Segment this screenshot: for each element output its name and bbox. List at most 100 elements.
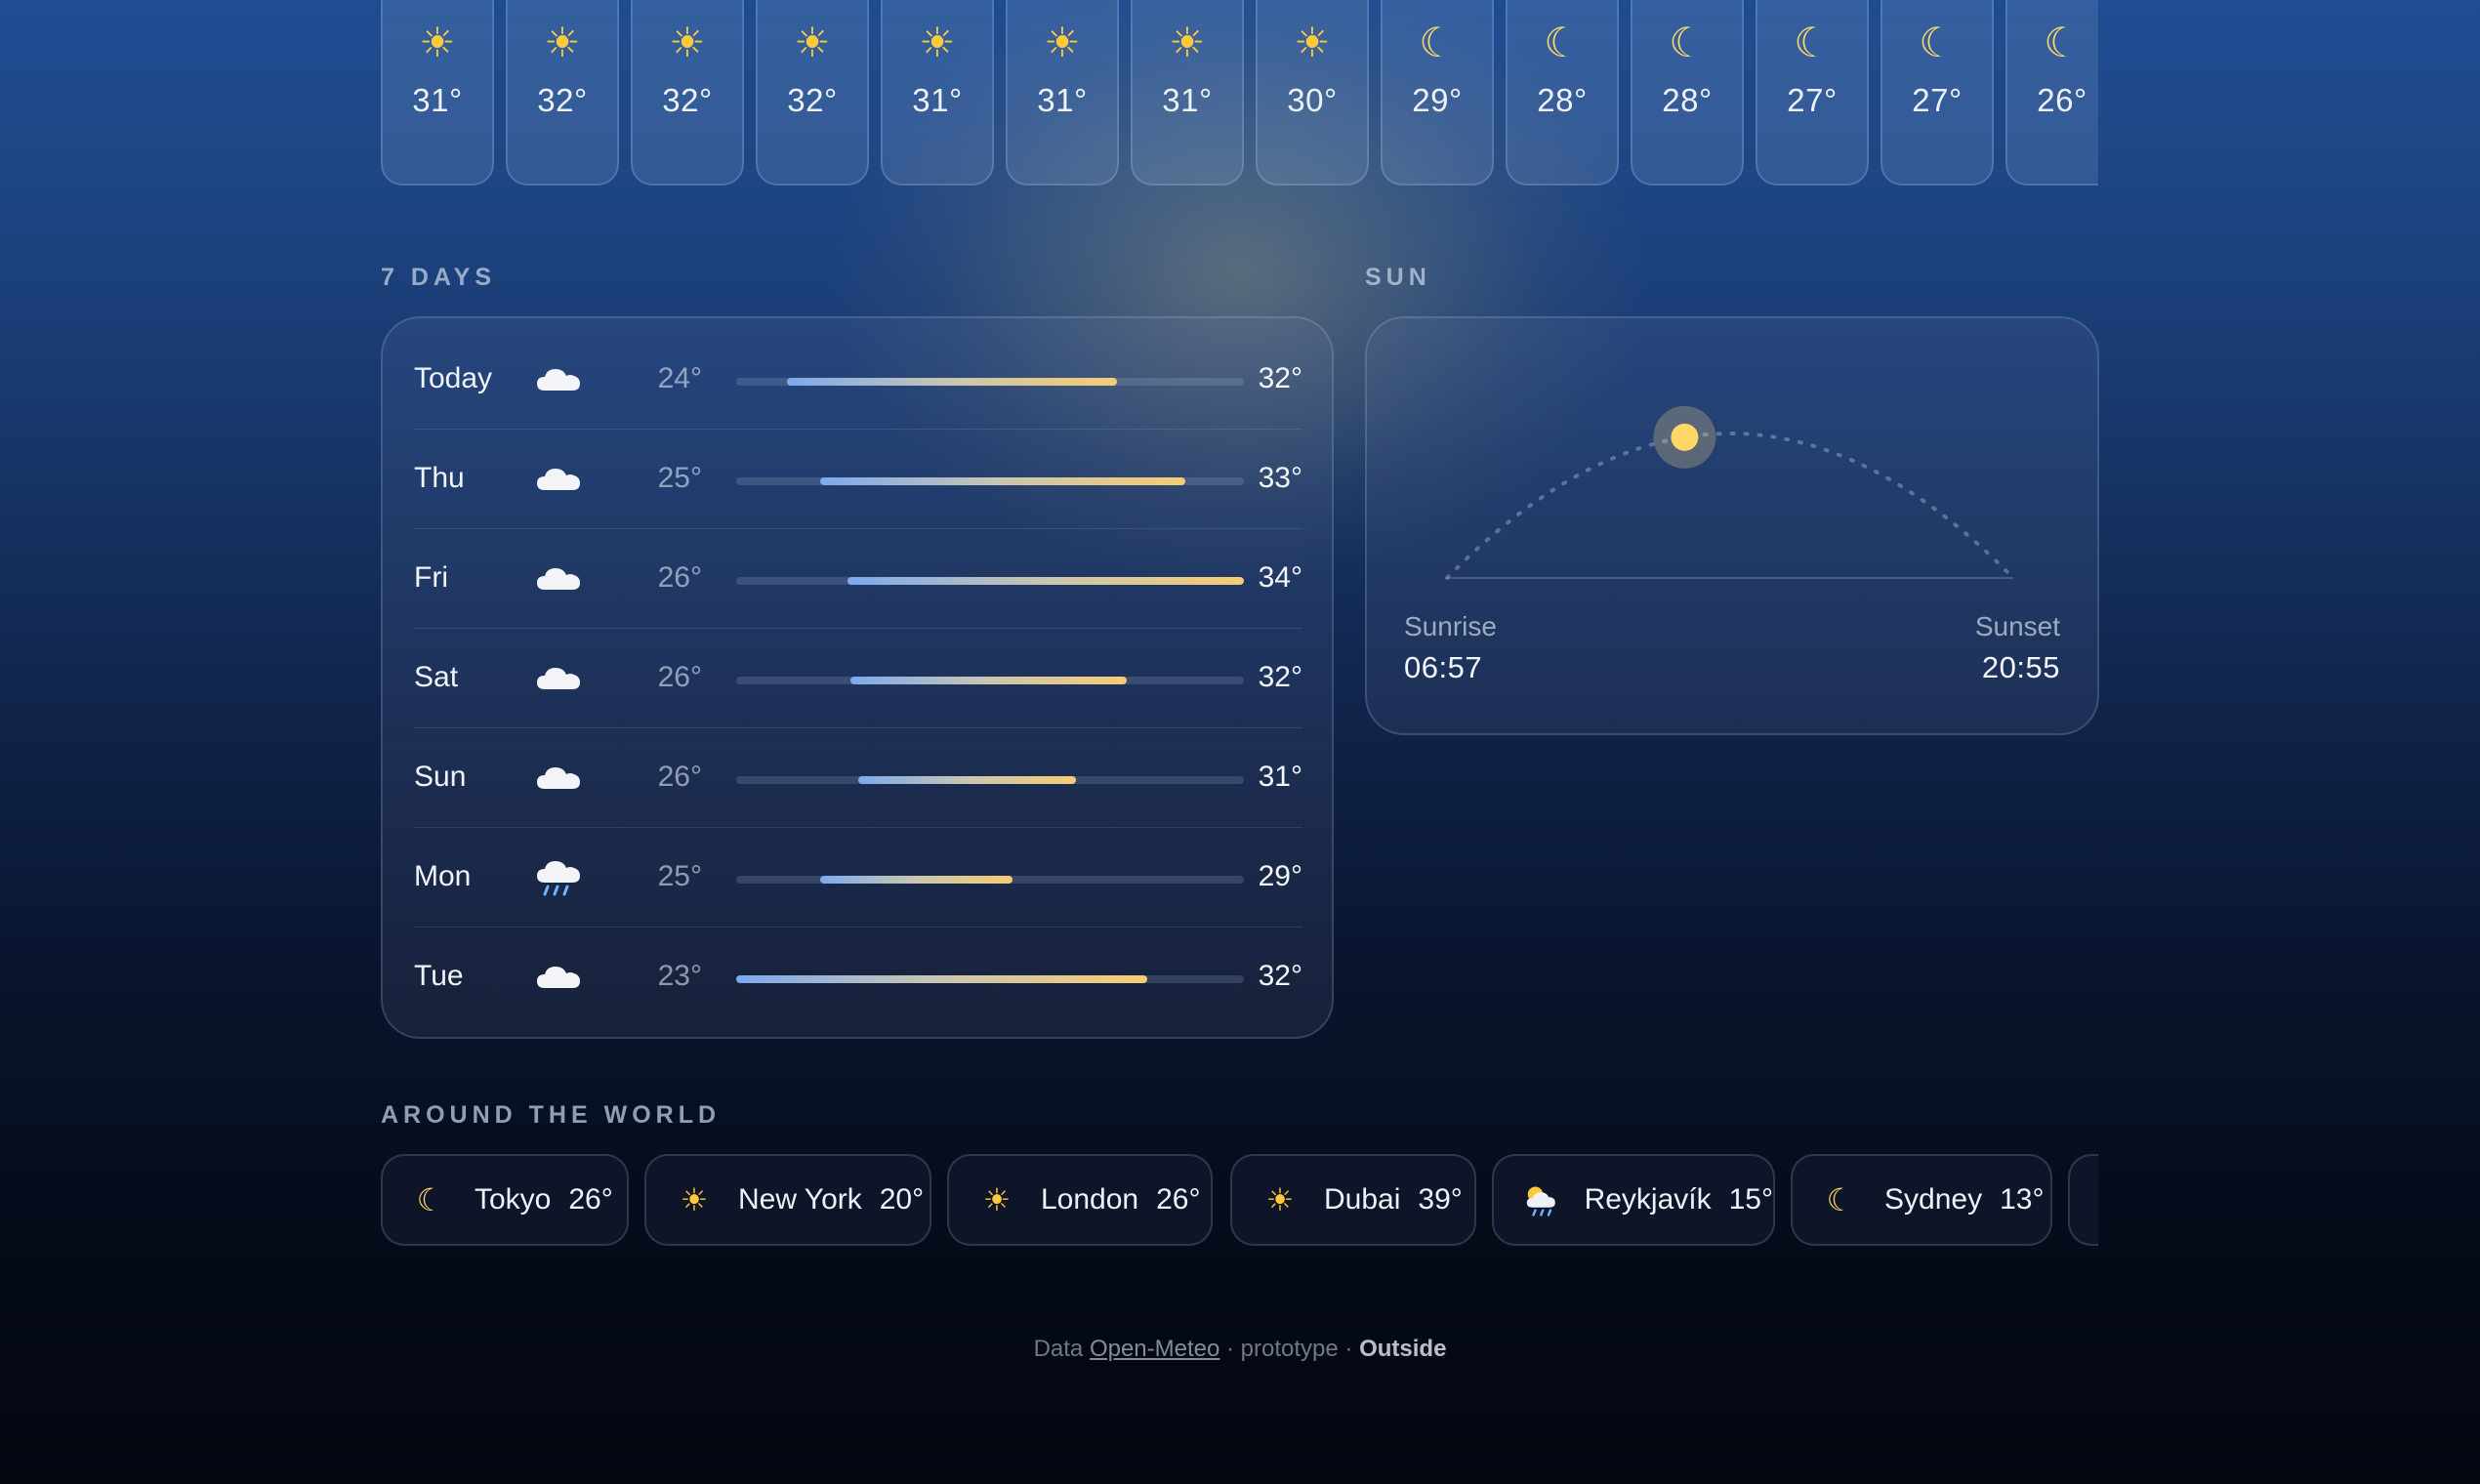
hour-temp: 31° bbox=[1037, 82, 1088, 118]
sun-icon: ☀ bbox=[919, 20, 956, 65]
sunrise-time: 06:57 bbox=[1404, 650, 1483, 684]
cloud-icon bbox=[537, 767, 580, 789]
temp-range-track bbox=[736, 975, 1244, 983]
brand-name: Outside bbox=[1359, 1336, 1447, 1362]
city-chip-partial[interactable]: ☾ bbox=[2068, 1154, 2098, 1246]
city-temp: 15° bbox=[1728, 1183, 1773, 1216]
sun-icon: ☀ bbox=[982, 1182, 1012, 1217]
moon-icon: ☾ bbox=[2044, 20, 2081, 65]
city-temp: 13° bbox=[2000, 1183, 2045, 1216]
day-row[interactable]: Mon 25° 29° bbox=[414, 828, 1302, 928]
hour-card[interactable]: ☀ 31° bbox=[1131, 0, 1244, 186]
hour-card[interactable]: ☾ 27° bbox=[1881, 0, 1994, 186]
hour-card[interactable]: ☾ 27° bbox=[1756, 0, 1869, 186]
city-name: New York bbox=[738, 1183, 862, 1216]
sun-icon: ☀ bbox=[1294, 20, 1331, 65]
city-temp: 39° bbox=[1418, 1183, 1463, 1216]
day-row[interactable]: Tue 23° 32° bbox=[414, 928, 1302, 1027]
city-name: London bbox=[1041, 1183, 1139, 1216]
day-name: Thu bbox=[414, 462, 465, 494]
temp-range-track bbox=[736, 677, 1244, 684]
hour-temp: 32° bbox=[787, 82, 838, 118]
hour-card[interactable]: ☀ 31° bbox=[1006, 0, 1119, 186]
hour-card[interactable]: ☀ 31° bbox=[881, 0, 994, 186]
city-chip[interactable]: Reykjavík 15° bbox=[1492, 1154, 1775, 1246]
hour-card[interactable]: ☾ 28° bbox=[1631, 0, 1744, 186]
moon-icon: ☾ bbox=[1419, 20, 1456, 65]
city-chip[interactable]: ☀ London 26° bbox=[947, 1154, 1213, 1246]
hour-card[interactable]: ☀ 30° bbox=[1256, 0, 1369, 186]
city-chip[interactable]: ☾ Tokyo 26° bbox=[381, 1154, 629, 1246]
hourly-forecast-strip[interactable]: ☀ 31° ☀ 32° ☀ 32° ☀ 32° ☀ 31° ☀ 31° ☀ 31… bbox=[381, 0, 2098, 186]
hour-temp: 31° bbox=[1162, 82, 1213, 118]
world-cities-strip[interactable]: ☾ Tokyo 26° ☀ New York 20° ☀ London 26° … bbox=[381, 1152, 2098, 1250]
temp-range-bar bbox=[819, 876, 1013, 884]
day-name: Fri bbox=[414, 561, 448, 594]
temp-range-track bbox=[736, 776, 1244, 784]
day-min-temp: 25° bbox=[657, 462, 702, 494]
hour-temp: 30° bbox=[1287, 82, 1338, 118]
day-row[interactable]: Fri 26° 34° bbox=[414, 529, 1302, 629]
sunset-label: Sunset bbox=[1974, 611, 2060, 641]
cloud-icon bbox=[537, 668, 580, 689]
city-chip[interactable]: ☀ New York 20° bbox=[644, 1154, 931, 1246]
sun-arc-chart bbox=[1445, 405, 2015, 580]
sun-icon: ☀ bbox=[419, 20, 456, 65]
moon-icon: ☾ bbox=[1794, 20, 1831, 65]
hour-card[interactable]: ☾ 26° bbox=[2005, 0, 2098, 186]
moon-icon: ☾ bbox=[1544, 20, 1581, 65]
day-max-temp: 32° bbox=[1258, 661, 1302, 693]
cloud-icon bbox=[537, 967, 580, 988]
temp-range-bar bbox=[736, 975, 1148, 983]
day-row[interactable]: Sun 26° 31° bbox=[414, 728, 1302, 828]
cloud-icon bbox=[537, 568, 580, 590]
open-meteo-link[interactable]: Open-Meteo bbox=[1090, 1336, 1219, 1362]
city-name: Dubai bbox=[1324, 1183, 1401, 1216]
hour-card[interactable]: ☀ 32° bbox=[631, 0, 744, 186]
city-chip[interactable]: ☀ Dubai 39° bbox=[1230, 1154, 1476, 1246]
footer: Data Open-Meteo · prototype · Outside bbox=[0, 1336, 2480, 1363]
day-min-temp: 25° bbox=[657, 860, 702, 892]
hour-card[interactable]: ☀ 31° bbox=[381, 0, 494, 186]
day-name: Today bbox=[414, 362, 493, 394]
hour-card[interactable]: ☀ 32° bbox=[756, 0, 869, 186]
day-row[interactable]: Today 24° 32° bbox=[414, 330, 1302, 430]
hour-card[interactable]: ☾ 29° bbox=[1381, 0, 1494, 186]
footer-data-label: Data bbox=[1033, 1336, 1084, 1362]
moon-icon: ☾ bbox=[416, 1182, 445, 1217]
day-min-temp: 24° bbox=[657, 362, 702, 394]
city-name: Tokyo bbox=[475, 1183, 552, 1216]
day-max-temp: 33° bbox=[1258, 462, 1302, 494]
moon-icon: ☾ bbox=[1669, 20, 1706, 65]
cloud-icon bbox=[537, 369, 580, 391]
city-chip[interactable]: ☾ Sydney 13° bbox=[1791, 1154, 2052, 1246]
day-max-temp: 34° bbox=[1258, 561, 1302, 594]
day-min-temp: 26° bbox=[657, 561, 702, 594]
day-row[interactable]: Thu 25° 33° bbox=[414, 430, 1302, 529]
temp-range-track bbox=[736, 477, 1244, 485]
day-max-temp: 31° bbox=[1258, 761, 1302, 793]
temp-range-bar bbox=[847, 577, 1244, 585]
temp-range-bar bbox=[787, 378, 1117, 386]
city-temp: 26° bbox=[568, 1183, 613, 1216]
moon-icon: ☾ bbox=[1919, 20, 1956, 65]
day-max-temp: 29° bbox=[1258, 860, 1302, 892]
sunrise-label: Sunrise bbox=[1404, 611, 1497, 641]
temp-range-track bbox=[736, 876, 1244, 884]
day-min-temp: 26° bbox=[657, 761, 702, 793]
hour-temp: 27° bbox=[1787, 82, 1838, 118]
temp-range-bar bbox=[857, 776, 1077, 784]
moon-icon: ☾ bbox=[2097, 1181, 2098, 1218]
hour-temp: 27° bbox=[1912, 82, 1963, 118]
temp-range-bar bbox=[850, 677, 1128, 684]
hour-temp: 32° bbox=[662, 82, 713, 118]
hour-temp: 31° bbox=[912, 82, 963, 118]
hour-card[interactable]: ☀ 32° bbox=[506, 0, 619, 186]
hour-temp: 32° bbox=[537, 82, 588, 118]
hour-card[interactable]: ☾ 28° bbox=[1506, 0, 1619, 186]
sun-icon: ☀ bbox=[669, 20, 706, 65]
temp-range-track bbox=[736, 378, 1244, 386]
rain-cloud-icon bbox=[537, 861, 580, 896]
day-row[interactable]: Sat 26° 32° bbox=[414, 629, 1302, 728]
city-temp: 26° bbox=[1156, 1183, 1201, 1216]
